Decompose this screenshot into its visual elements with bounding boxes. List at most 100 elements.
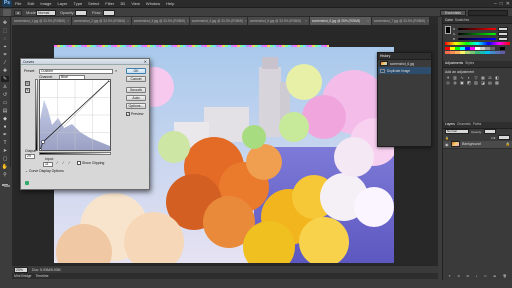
green-slider[interactable]: [458, 32, 496, 35]
menu-filter[interactable]: Filter: [102, 0, 117, 8]
menu-3d[interactable]: 3D: [117, 0, 128, 8]
document-tab[interactable]: screenshot_4.jpg @ 33.3% (RGB/8) ×: [190, 17, 248, 25]
tab-channels[interactable]: Channels: [457, 121, 471, 128]
close-button[interactable]: ✕: [506, 1, 510, 7]
swatch[interactable]: [450, 50, 455, 54]
levels-icon[interactable]: ▥: [452, 75, 458, 80]
document-tab[interactable]: screenshot_3.jpg @ 33.3% (RGB/8) ×: [132, 17, 190, 25]
swatch[interactable]: [480, 50, 485, 54]
document-tab[interactable]: screenshot_7.jpg @ 33.3% (RGB/8) ×: [372, 17, 430, 25]
tab-layers[interactable]: Layers: [445, 121, 455, 128]
menu-view[interactable]: View: [128, 0, 143, 8]
invert-icon[interactable]: ◩: [466, 80, 472, 85]
swatch[interactable]: [460, 50, 465, 54]
curve-control-point[interactable]: [38, 148, 42, 152]
clone-stamp-tool-icon[interactable]: ♙: [1, 84, 9, 90]
preset-options-icon[interactable]: ≡: [115, 69, 117, 73]
close-tab-icon[interactable]: ×: [185, 17, 189, 25]
tab-paths[interactable]: Paths: [473, 121, 481, 128]
menu-select[interactable]: Select: [85, 0, 102, 8]
swatch[interactable]: [500, 50, 505, 54]
menu-help[interactable]: Help: [163, 0, 177, 8]
color-balance-icon[interactable]: ⚖: [487, 75, 493, 80]
preset-dropdown[interactable]: Custom: [39, 68, 113, 74]
ok-button[interactable]: OK: [126, 68, 146, 74]
close-tab-icon[interactable]: ×: [425, 17, 429, 25]
path-select-tool-icon[interactable]: ➤: [1, 148, 9, 154]
swatch[interactable]: [495, 50, 500, 54]
tab-adjustments[interactable]: Adjustments: [445, 60, 463, 67]
eye-icon[interactable]: ◉: [445, 142, 449, 147]
vibrance-icon[interactable]: ▽: [473, 75, 479, 80]
swatch[interactable]: [475, 50, 480, 54]
swatch[interactable]: [445, 50, 450, 54]
maximize-button[interactable]: □: [500, 1, 503, 7]
move-tool-icon[interactable]: ✥: [1, 20, 9, 26]
pen-tool-icon[interactable]: ✒: [1, 132, 9, 138]
tab-history[interactable]: History: [380, 53, 390, 60]
new-group-icon[interactable]: ▭: [484, 274, 487, 278]
marquee-tool-icon[interactable]: ⬚: [1, 28, 9, 34]
smooth-button[interactable]: Smooth: [126, 87, 146, 93]
input-field[interactable]: 11: [43, 162, 53, 167]
mode-dropdown[interactable]: Normal: [36, 9, 56, 16]
opacity-field[interactable]: [75, 9, 87, 16]
document-tab[interactable]: screenshot_6.jpg @ 25% (RGB/8) ×: [310, 17, 372, 25]
adjustment-layer-icon[interactable]: ◑: [475, 274, 477, 278]
blur-tool-icon[interactable]: ◆: [1, 116, 9, 122]
dodge-tool-icon[interactable]: ●: [1, 124, 9, 130]
swatch[interactable]: [470, 50, 475, 54]
output-field[interactable]: 29: [25, 154, 35, 159]
close-tab-icon[interactable]: ×: [125, 17, 129, 25]
brush-tool-icon[interactable]: ✎: [1, 76, 9, 82]
exposure-icon[interactable]: ◐: [466, 75, 472, 80]
red-value-field[interactable]: [498, 26, 508, 31]
channel-mixer-icon[interactable]: ◍: [452, 80, 458, 85]
brightness-contrast-icon[interactable]: ☀: [445, 75, 451, 80]
cancel-button[interactable]: Cancel: [126, 76, 146, 82]
tab-mini-bridge[interactable]: Mini Bridge: [14, 273, 32, 279]
dialog-close-icon[interactable]: ✕: [144, 59, 147, 65]
close-tab-icon[interactable]: ×: [303, 17, 307, 25]
close-tab-icon[interactable]: ×: [365, 17, 369, 25]
menu-type[interactable]: Type: [71, 0, 86, 8]
history-snapshot[interactable]: screenshot_6.jpg: [378, 60, 431, 67]
swatch[interactable]: [485, 50, 490, 54]
auto-button[interactable]: Auto: [126, 95, 146, 101]
crop-tool-icon[interactable]: ⌗: [1, 52, 9, 58]
document-tab[interactable]: screenshot_2.jpg @ 33.3% (RGB/8) ×: [72, 17, 132, 25]
tab-color[interactable]: Color: [445, 17, 453, 24]
black-point-eyedropper-icon[interactable]: ⁄: [57, 161, 61, 165]
swatch[interactable]: [490, 50, 495, 54]
close-tab-icon[interactable]: ×: [65, 17, 69, 25]
color-lookup-icon[interactable]: ▣: [459, 80, 465, 85]
preview-row[interactable]: ✓ Preview: [126, 112, 143, 117]
gradient-map-icon[interactable]: ▤: [487, 80, 493, 85]
gradient-tool-icon[interactable]: ▤: [1, 108, 9, 114]
menu-file[interactable]: File: [12, 0, 24, 8]
document-tab[interactable]: screenshot_5.jpg @ 33.3% (RGB/8) ×: [248, 17, 310, 25]
gray-point-eyedropper-icon[interactable]: ⁄: [63, 161, 67, 165]
zoom-tool-icon[interactable]: ⚲: [1, 172, 9, 178]
options-button[interactable]: Options...: [126, 103, 146, 109]
threshold-icon[interactable]: ◪: [480, 80, 486, 85]
background-color-swatch[interactable]: [4, 185, 10, 187]
blue-slider[interactable]: [458, 37, 496, 40]
lasso-tool-icon[interactable]: ◌: [1, 36, 9, 42]
hue-saturation-icon[interactable]: ▦: [480, 75, 486, 80]
hand-tool-icon[interactable]: ✋: [1, 164, 9, 170]
flow-field[interactable]: [103, 9, 115, 16]
new-layer-icon[interactable]: ⊞: [493, 274, 496, 278]
type-tool-icon[interactable]: T: [1, 140, 9, 146]
search-input[interactable]: [468, 9, 508, 16]
history-brush-tool-icon[interactable]: ↺: [1, 92, 9, 98]
eraser-tool-icon[interactable]: ▭: [1, 100, 9, 106]
show-clipping-row[interactable]: Show Clipping: [77, 161, 104, 166]
blend-mode-dropdown[interactable]: Normal: [445, 129, 469, 134]
selective-color-icon[interactable]: ▩: [494, 80, 500, 85]
preview-checkbox[interactable]: ✓: [126, 112, 130, 117]
tab-styles[interactable]: Styles: [465, 60, 474, 67]
swatch[interactable]: [465, 50, 470, 54]
tab-timeline[interactable]: Timeline: [36, 273, 49, 279]
white-point-eyedropper-icon[interactable]: ⁄: [69, 161, 73, 165]
